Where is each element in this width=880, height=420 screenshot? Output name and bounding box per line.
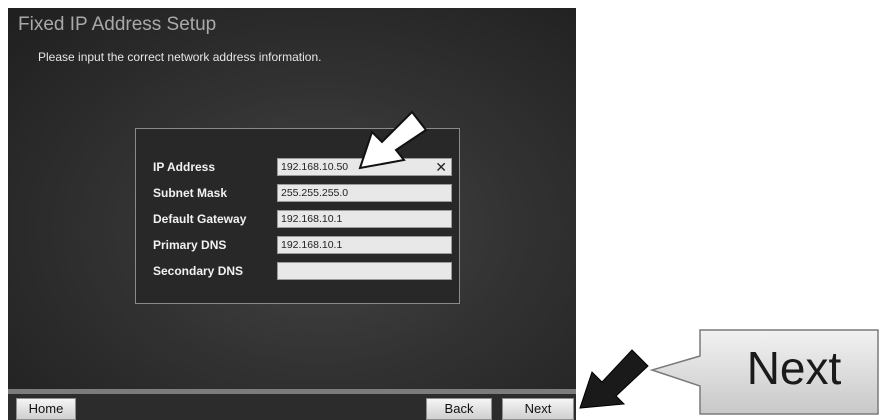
callout-next-label: Next: [746, 342, 842, 394]
arrow-icon: [579, 349, 649, 409]
arrow-icon: [358, 110, 428, 170]
